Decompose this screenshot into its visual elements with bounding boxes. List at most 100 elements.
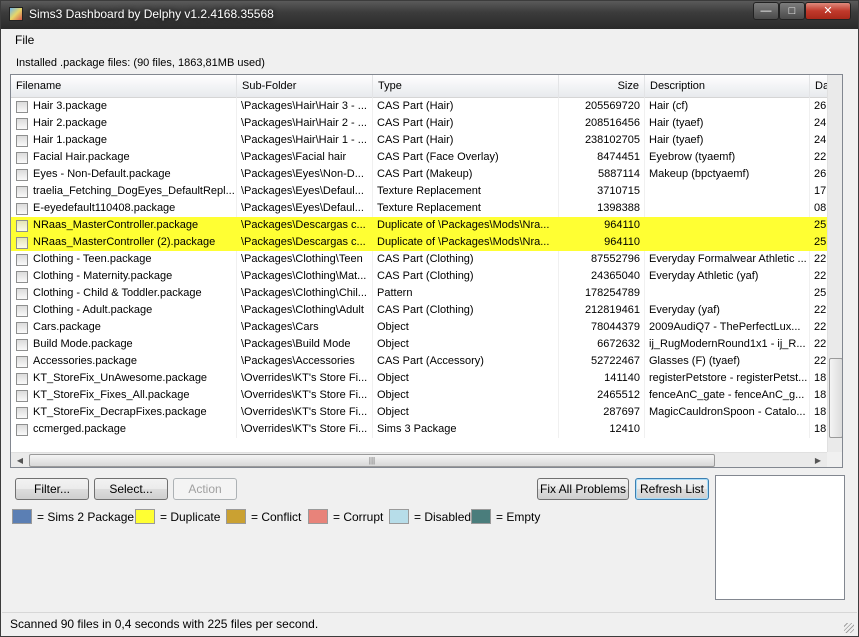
title-bar[interactable]: Sims3 Dashboard by Delphy v1.2.4168.3556… xyxy=(1,1,858,29)
row-checkbox[interactable] xyxy=(16,322,28,334)
vertical-scroll-thumb[interactable] xyxy=(829,358,842,438)
legend-label: = Conflict xyxy=(251,510,302,524)
horizontal-scroll-thumb[interactable]: ||| xyxy=(29,454,715,467)
cell-filename: Facial Hair.package xyxy=(33,151,130,163)
cell-filename: KT_StoreFix_Fixes_All.package xyxy=(33,389,190,401)
cell-description: Everyday Athletic (yaf) xyxy=(649,270,759,282)
row-checkbox[interactable] xyxy=(16,407,28,419)
cell-subfolder: \Packages\Eyes\Defaul... xyxy=(241,202,364,214)
menu-file[interactable]: File xyxy=(15,33,34,47)
cell-filename: Hair 1.package xyxy=(33,134,107,146)
legend-label: = Duplicate xyxy=(160,510,221,524)
table-row[interactable]: KT_StoreFix_Fixes_All.package \Overrides\… xyxy=(11,387,827,404)
table-row[interactable]: E-eyedefault110408.package \Packages\Eyes… xyxy=(11,200,827,217)
table-row[interactable]: Clothing - Adult.package \Packages\Clothi… xyxy=(11,302,827,319)
cell-filename: KT_StoreFix_DecrapFixes.package xyxy=(33,406,207,418)
close-button[interactable]: ✕ xyxy=(805,2,851,20)
package-list[interactable]: Filename Sub-Folder Type Size Descriptio… xyxy=(10,74,843,468)
row-checkbox[interactable] xyxy=(16,118,28,130)
cell-date: 22 xyxy=(814,151,827,163)
column-header-type[interactable]: Type xyxy=(373,75,559,98)
filter-button[interactable]: Filter... xyxy=(15,478,89,500)
table-row[interactable]: NRaas_MasterController (2).package \Packa… xyxy=(11,234,827,251)
column-header-description[interactable]: Description xyxy=(645,75,810,98)
row-checkbox[interactable] xyxy=(16,339,28,351)
cell-description: Makeup (bpctyaemf) xyxy=(649,168,750,180)
column-header-size[interactable]: Size xyxy=(559,75,645,98)
column-header-subfolder[interactable]: Sub-Folder xyxy=(237,75,373,98)
row-checkbox[interactable] xyxy=(16,101,28,113)
table-row[interactable]: traelia_Fetching_DogEyes_DefaultRepl... \… xyxy=(11,183,827,200)
cell-date: 08 xyxy=(814,202,827,214)
row-checkbox[interactable] xyxy=(16,424,28,436)
action-button[interactable]: Action xyxy=(173,478,237,500)
table-row[interactable]: Clothing - Child & Toddler.package \Packa… xyxy=(11,285,827,302)
minimize-button[interactable]: — xyxy=(753,2,779,20)
row-checkbox[interactable] xyxy=(16,356,28,368)
table-row[interactable]: Clothing - Maternity.package \Packages\Cl… xyxy=(11,268,827,285)
cell-size: 287697 xyxy=(603,406,640,418)
legend-swatch xyxy=(471,509,491,524)
row-checkbox[interactable] xyxy=(16,203,28,215)
cell-filename: Hair 3.package xyxy=(33,100,107,112)
table-row[interactable]: Hair 1.package \Packages\Hair\Hair 1 - ..… xyxy=(11,132,827,149)
row-checkbox[interactable] xyxy=(16,237,28,249)
cell-type: Texture Replacement xyxy=(377,202,481,214)
row-checkbox[interactable] xyxy=(16,135,28,147)
row-checkbox[interactable] xyxy=(16,220,28,232)
cell-type: Object xyxy=(377,338,409,350)
row-checkbox[interactable] xyxy=(16,305,28,317)
scroll-left-arrow-icon[interactable]: ◀ xyxy=(14,455,26,467)
cell-filename: ccmerged.package xyxy=(33,423,126,435)
cell-filename: Clothing - Teen.package xyxy=(33,253,152,265)
cell-description: ij_RugModernRound1x1 - ij_R... xyxy=(649,338,806,350)
table-row[interactable]: Build Mode.package \Packages\Build Mode Ob… xyxy=(11,336,827,353)
cell-type: CAS Part (Clothing) xyxy=(377,304,474,316)
window-title: Sims3 Dashboard by Delphy v1.2.4168.3556… xyxy=(29,7,274,21)
table-row[interactable]: Hair 3.package \Packages\Hair\Hair 3 - ..… xyxy=(11,98,827,115)
cell-filename: Eyes - Non-Default.package xyxy=(33,168,171,180)
cell-type: Object xyxy=(377,389,409,401)
table-row[interactable]: Eyes - Non-Default.package \Packages\Eyes… xyxy=(11,166,827,183)
row-checkbox[interactable] xyxy=(16,186,28,198)
select-button[interactable]: Select... xyxy=(94,478,168,500)
refresh-list-button[interactable]: Refresh List xyxy=(635,478,709,500)
table-row[interactable]: Accessories.package \Packages\Accessories… xyxy=(11,353,827,370)
table-row[interactable]: NRaas_MasterController.package \Packages\… xyxy=(11,217,827,234)
table-row[interactable]: ccmerged.package \Overrides\KT's Store Fi… xyxy=(11,421,827,438)
row-checkbox[interactable] xyxy=(16,390,28,402)
list-header: Filename Sub-Folder Type Size Descriptio… xyxy=(11,75,842,98)
legend-label: = Disabled xyxy=(414,510,472,524)
cell-filename: Clothing - Child & Toddler.package xyxy=(33,287,202,299)
table-row[interactable]: Clothing - Teen.package \Packages\Clothin… xyxy=(11,251,827,268)
maximize-button[interactable]: □ xyxy=(779,2,805,20)
row-checkbox[interactable] xyxy=(16,373,28,385)
resize-grip-icon[interactable] xyxy=(844,623,854,633)
cell-filename: NRaas_MasterController (2).package xyxy=(33,236,216,248)
cell-size: 78044379 xyxy=(591,321,640,333)
cell-description: Hair (cf) xyxy=(649,100,689,112)
column-header-filename[interactable]: Filename xyxy=(11,75,237,98)
cell-size: 205569720 xyxy=(584,100,640,112)
vertical-scrollbar[interactable] xyxy=(827,75,842,452)
cell-subfolder: \Packages\Clothing\Mat... xyxy=(241,270,367,282)
row-checkbox[interactable] xyxy=(16,271,28,283)
cell-type: CAS Part (Hair) xyxy=(377,117,454,129)
table-row[interactable]: Cars.package \Packages\Cars Object 78044379… xyxy=(11,319,827,336)
cell-date: 26 xyxy=(814,168,827,180)
horizontal-scrollbar[interactable]: ◀ ||| ▶ xyxy=(11,452,827,467)
row-checkbox[interactable] xyxy=(16,254,28,266)
scroll-right-arrow-icon[interactable]: ▶ xyxy=(812,455,824,467)
fix-all-problems-button[interactable]: Fix All Problems xyxy=(537,478,629,500)
table-row[interactable]: KT_StoreFix_DecrapFixes.package \Override… xyxy=(11,404,827,421)
cell-type: Object xyxy=(377,406,409,418)
row-checkbox[interactable] xyxy=(16,288,28,300)
legend-swatch xyxy=(12,509,32,524)
row-checkbox[interactable] xyxy=(16,169,28,181)
cell-subfolder: \Packages\Clothing\Adult xyxy=(241,304,364,316)
menu-bar: File xyxy=(9,30,850,51)
table-row[interactable]: Facial Hair.package \Packages\Facial hair… xyxy=(11,149,827,166)
table-row[interactable]: Hair 2.package \Packages\Hair\Hair 2 - ..… xyxy=(11,115,827,132)
table-row[interactable]: KT_StoreFix_UnAwesome.package \Overrides\… xyxy=(11,370,827,387)
row-checkbox[interactable] xyxy=(16,152,28,164)
